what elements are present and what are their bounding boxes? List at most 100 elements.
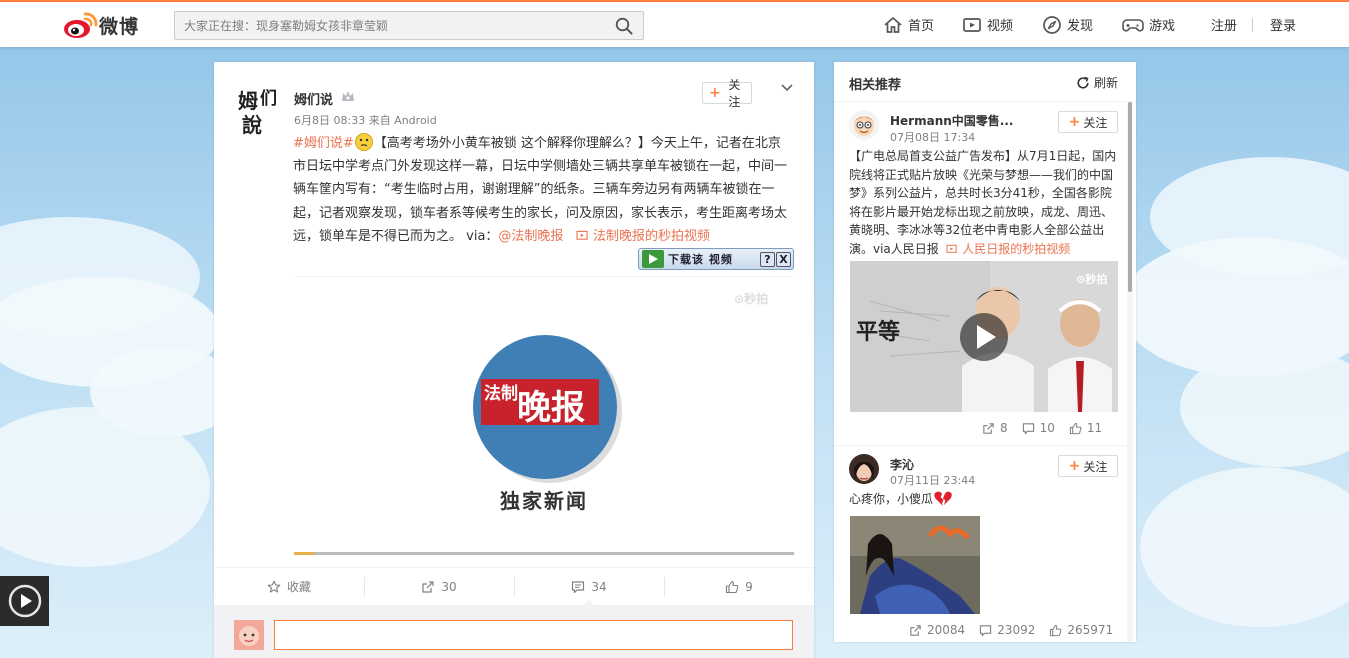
member-crown-icon[interactable] — [340, 89, 356, 103]
rec-follow-button-liqin[interactable]: + 关注 — [1058, 455, 1118, 477]
rec-name-liqin[interactable]: 李沁 — [890, 456, 914, 473]
plus-icon: + — [709, 85, 721, 101]
video-player[interactable]: ⊙秒拍 法制 晚报 独家新闻 — [294, 276, 794, 552]
login-label: 登录 — [1270, 19, 1297, 34]
rec-comment-liqin[interactable]: 23092 — [979, 623, 1035, 637]
weibo-logo[interactable]: 微博 — [63, 10, 153, 40]
rec-repost-hermann[interactable]: 8 — [982, 421, 1008, 435]
video-link-icon — [576, 230, 588, 240]
rec-video-thumbnail-hermann[interactable]: 平等 ⊙秒拍 — [850, 261, 1118, 412]
register-label: 注册 — [1211, 19, 1238, 34]
gamepad-icon — [1122, 18, 1144, 32]
nav-video-label: 视频 — [987, 19, 1014, 34]
rec-image-text: 平等 — [856, 319, 900, 345]
rec-name-hermann[interactable]: Hermann中国零售... — [890, 112, 1013, 129]
rec-stats-hermann: 8 10 11 — [982, 421, 1102, 435]
floating-video-play-button[interactable] — [0, 576, 49, 626]
like-button[interactable]: 9 — [664, 568, 814, 605]
rec-time-hermann: 07月08日 17:34 — [890, 131, 976, 144]
refresh-label: 刷新 — [1093, 76, 1118, 90]
video-download-toolbar[interactable]: 下载该 视频 ? X — [638, 248, 794, 270]
search-icon[interactable] — [615, 17, 633, 35]
plus-icon: + — [1068, 114, 1081, 130]
search-input[interactable] — [175, 12, 605, 39]
star-icon — [267, 580, 281, 593]
avatar-char-3: 說 — [242, 113, 262, 136]
rec-comment-hermann[interactable]: 10 — [1022, 421, 1055, 435]
recommendation-header: 相关推荐 刷新 — [834, 62, 1136, 102]
avatar-char-1: 姆 — [238, 89, 258, 113]
favorite-label: 收藏 — [286, 580, 311, 594]
comment-count: 34 — [591, 579, 607, 594]
play-icon — [8, 584, 41, 618]
repost-button[interactable]: 30 — [364, 568, 514, 605]
home-icon — [884, 16, 902, 33]
via-user-link[interactable]: @法制晚报 — [498, 229, 563, 244]
rec-image-watermark: ⊙秒拍 — [1076, 272, 1107, 286]
post-action-bar: 收藏 30 34 9 — [214, 567, 814, 606]
video-link-icon — [946, 244, 958, 253]
rec-text-hermann-main: 【广电总局首支公益广告发布】从7月1日起，国内院线将正式贴片放映《光荣与梦想——… — [849, 149, 1117, 256]
post-author-name[interactable]: 姆们说 — [294, 89, 333, 108]
comment-icon — [572, 580, 585, 593]
download-help-button[interactable]: ? — [760, 251, 775, 267]
like-count: 9 — [745, 579, 753, 594]
nav-games[interactable]: 游戏 — [1122, 2, 1175, 47]
rec-repost-liqin[interactable]: 20084 — [909, 623, 965, 637]
follow-button[interactable]: + 关注 — [702, 78, 752, 109]
broken-heart-icon — [934, 491, 952, 507]
recommendation-card: 相关推荐 刷新 Hermann中国零售... 07月08日 17:34 + 关注… — [834, 62, 1136, 642]
follow-button-label: 关注 — [728, 78, 741, 109]
post-main-text: 【高考考场外小黄车被锁 这个解释你理解么？】今天上午，记者在北京市日坛中学考点门… — [293, 136, 788, 244]
login-link[interactable]: 登录 — [1270, 2, 1296, 47]
thumbs-up-icon — [1050, 624, 1062, 636]
rec-divider — [834, 445, 1127, 446]
nav-video[interactable]: 视频 — [962, 2, 1013, 47]
rec-link-hermann[interactable]: 人民日报的秒拍视频 — [946, 242, 1070, 256]
nav-home[interactable]: 首页 — [883, 2, 934, 47]
recommendation-scrollbar-thumb[interactable] — [1128, 102, 1132, 292]
rec-image-liqin[interactable] — [850, 516, 980, 614]
rec-text-liqin-main: 心疼你，小傻瓜 — [849, 492, 934, 506]
rec-time-liqin: 07月11日 23:44 — [890, 474, 976, 487]
favorite-button[interactable]: 收藏 — [214, 568, 364, 605]
video-link[interactable]: 法制晚报的秒拍视频 — [576, 229, 710, 244]
comment-area — [214, 605, 814, 658]
repost-icon — [422, 580, 434, 593]
post-text: #姆们说# 【高考考场外小黄车被锁 这个解释你理解么？】今天上午，记者在北京市日… — [293, 132, 793, 248]
thinking-emoji-icon — [354, 133, 373, 151]
rec-like-liqin[interactable]: 265971 — [1049, 623, 1113, 637]
post-hashtag[interactable]: #姆们说# — [293, 136, 354, 151]
video-caption: 独家新闻 — [500, 489, 588, 513]
video-logo-main: 晚报 — [517, 388, 585, 428]
logo-text: 微博 — [99, 16, 140, 38]
video-progress-fill — [294, 552, 314, 555]
fazhi-wanbao-logo: 法制 晚报 — [473, 335, 622, 483]
chevron-down-icon[interactable] — [780, 82, 794, 94]
user-avatar[interactable] — [234, 620, 264, 650]
comment-input[interactable] — [274, 620, 793, 650]
rec-follow-label-hermann: 关注 — [1083, 115, 1108, 130]
nav-games-label: 游戏 — [1149, 19, 1176, 34]
rec-text-liqin: 心疼你，小傻瓜 — [849, 490, 1119, 509]
refresh-icon — [1077, 76, 1089, 89]
download-close-button[interactable]: X — [776, 251, 791, 267]
comment-button[interactable]: 34 — [514, 568, 664, 606]
search-box — [174, 11, 644, 40]
refresh-button[interactable]: 刷新 — [1076, 74, 1118, 91]
comment-icon — [980, 624, 992, 636]
author-avatar[interactable]: 姆 们 說 — [236, 84, 288, 136]
register-link[interactable]: 注册 — [1211, 2, 1237, 47]
nav-discover[interactable]: 发现 — [1042, 2, 1093, 47]
rec-avatar-liqin[interactable] — [849, 454, 879, 484]
rec-like-hermann[interactable]: 11 — [1069, 421, 1102, 435]
rec-stats-liqin: 20084 23092 265971 — [909, 623, 1113, 637]
rec-avatar-hermann[interactable] — [849, 110, 879, 140]
thumbs-up-icon — [1069, 422, 1082, 434]
video-progress-bar[interactable] — [294, 552, 794, 555]
rec-follow-label-liqin: 关注 — [1083, 459, 1108, 474]
top-navigation-bar: 微博 首页 视频 — [0, 0, 1349, 47]
rec-follow-button-hermann[interactable]: + 关注 — [1058, 111, 1118, 133]
repost-icon — [983, 422, 994, 434]
weibo-post-card: 姆 们 說 姆们说 6月8日 08:33 来自 Android + 关注 #姆们… — [214, 62, 814, 658]
